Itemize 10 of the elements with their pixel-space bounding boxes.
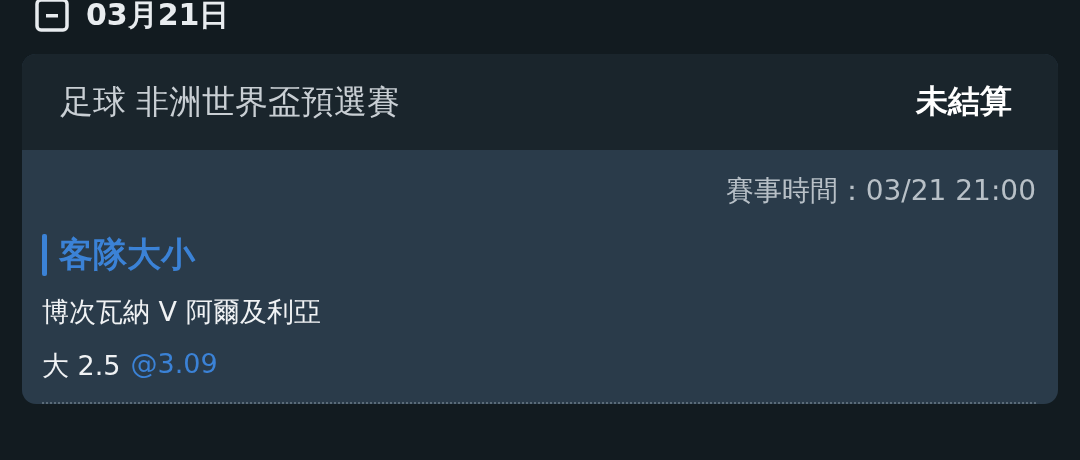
market-title: 客隊大小 (59, 233, 195, 276)
league-title: 足球 非洲世界盃預選賽 (60, 80, 401, 123)
selection-text: 大 2.5 (42, 349, 121, 383)
status-label: 未結算 (916, 81, 1012, 122)
calendar-icon (34, 0, 70, 33)
odds-text: @3.09 (130, 348, 218, 381)
match-teams: 博次瓦納 V 阿爾及利亞 (42, 295, 322, 329)
accent-bar (42, 234, 47, 276)
date-heading: 03月21日 (86, 0, 230, 34)
match-time: 賽事時間：03/21 21:00 (725, 173, 1036, 209)
